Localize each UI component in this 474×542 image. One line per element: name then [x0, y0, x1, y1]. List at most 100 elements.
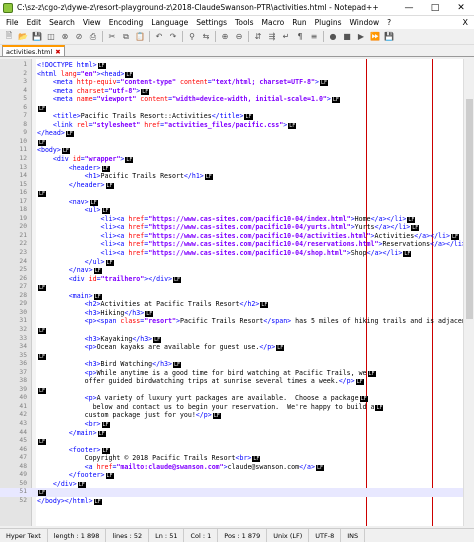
- vertical-scrollbar[interactable]: [463, 59, 474, 526]
- code-line[interactable]: 24 </ul> LF: [0, 258, 463, 267]
- code-line[interactable]: 31 <p><span class="resort">Pacific Trail…: [0, 317, 474, 326]
- close-button[interactable]: ✕: [448, 0, 474, 16]
- code-line[interactable]: 35 LF: [0, 352, 463, 361]
- menu-view[interactable]: View: [79, 18, 105, 27]
- close-all-icon[interactable]: ⊘: [73, 31, 85, 43]
- print-icon[interactable]: ⎙: [87, 31, 99, 43]
- code-line[interactable]: 33 <h3>Kayaking</h3> LF: [0, 335, 463, 344]
- code-line[interactable]: 25 </nav> LF: [0, 266, 463, 275]
- code-line[interactable]: 15 </header> LF: [0, 181, 463, 190]
- cut-icon[interactable]: ✂: [106, 31, 118, 43]
- code-line[interactable]: 26 <div id="trailhero"></div> LF: [0, 275, 463, 284]
- code-line[interactable]: 19 <li><a href="https://www.cas-sites.co…: [0, 215, 463, 224]
- code-line[interactable]: 30 <h3>Hiking</h3> LF: [0, 309, 463, 318]
- undo-icon[interactable]: ↶: [153, 31, 165, 43]
- code-line[interactable]: 10 LF: [0, 138, 463, 147]
- scroll-thumb[interactable]: [466, 99, 473, 319]
- code-line[interactable]: 34 <p>Ocean kayaks are available for gue…: [0, 343, 463, 352]
- redo-icon[interactable]: ↷: [167, 31, 179, 43]
- code-line[interactable]: 41 below and contact us to begin your re…: [0, 403, 463, 412]
- menu-settings[interactable]: Settings: [192, 18, 231, 27]
- status-eol[interactable]: Unix (LF): [267, 529, 310, 542]
- status-encoding[interactable]: UTF-8: [309, 529, 342, 542]
- code-line[interactable]: 51 LF: [0, 488, 463, 497]
- run-macro-multiple-icon[interactable]: ⏩: [369, 31, 381, 43]
- new-file-icon[interactable]: 🗎: [3, 31, 15, 43]
- code-line[interactable]: 50 </div> LF: [0, 480, 463, 489]
- code-line[interactable]: 17 <nav> LF: [0, 198, 463, 207]
- find-icon[interactable]: ⚲: [186, 31, 198, 43]
- sync-vertical-icon[interactable]: ⇵: [252, 31, 264, 43]
- save-macro-icon[interactable]: 💾: [383, 31, 395, 43]
- play-macro-icon[interactable]: ▶: [355, 31, 367, 43]
- code-line[interactable]: 36 <h3>Bird Watching</h3> LF: [0, 360, 463, 369]
- code-line[interactable]: 52 </body></html> LF: [0, 497, 463, 506]
- close-file-icon[interactable]: ⊗: [59, 31, 71, 43]
- code-line[interactable]: 43 <br> LF: [0, 420, 463, 429]
- menu-macro[interactable]: Macro: [258, 18, 289, 27]
- code-line[interactable]: 32 LF: [0, 326, 463, 335]
- tab-activities-html[interactable]: activities.html ✖: [2, 45, 65, 56]
- code-line[interactable]: 42 custom package just for you!</p> LF: [0, 411, 463, 420]
- menu-language[interactable]: Language: [147, 18, 192, 27]
- code-line[interactable]: 23 <li><a href="https://www.cas-sites.co…: [0, 249, 463, 258]
- code-line[interactable]: 18 <ul> LF: [0, 206, 463, 215]
- code-line[interactable]: 37 <p>While anytime is a good time for b…: [0, 369, 463, 378]
- menu-help[interactable]: ?: [383, 18, 395, 27]
- code-line[interactable]: 13 <header> LF: [0, 164, 463, 173]
- code-line[interactable]: 11 <body> LF: [0, 146, 463, 155]
- code-line[interactable]: 44 </main> LF: [0, 429, 463, 438]
- maximize-button[interactable]: □: [422, 0, 448, 16]
- menu-window[interactable]: Window: [346, 18, 384, 27]
- menu-file[interactable]: File: [2, 18, 23, 27]
- code-line[interactable]: 28 <main> LF: [0, 292, 463, 301]
- code-line[interactable]: 4 <meta charset="utf-8"> LF: [0, 87, 463, 96]
- close-tab-icon[interactable]: ✖: [55, 48, 60, 56]
- save-icon[interactable]: 💾: [31, 31, 43, 43]
- code-line[interactable]: 5 <meta name="viewport" content="width=d…: [0, 95, 463, 104]
- close-document-button[interactable]: X: [457, 18, 474, 27]
- code-line[interactable]: 14 <h1>Pacific Trails Resort</h1> LF: [0, 172, 463, 181]
- code-line[interactable]: 9 </head> LF: [0, 129, 463, 138]
- replace-icon[interactable]: ⇆: [200, 31, 212, 43]
- code-line[interactable]: 3 <meta http-equiv="content-type" conten…: [0, 78, 463, 87]
- code-line[interactable]: 46 <footer> LF: [0, 446, 463, 455]
- minimize-button[interactable]: —: [396, 0, 422, 16]
- sync-horizontal-icon[interactable]: ⇶: [266, 31, 278, 43]
- zoom-in-icon[interactable]: ⊕: [219, 31, 231, 43]
- code-line[interactable]: 6 LF: [0, 104, 463, 113]
- code-line[interactable]: 12 <div id="wrapper"> LF: [0, 155, 463, 164]
- code-line[interactable]: 7 <title>Pacific Trails Resort::Activiti…: [0, 112, 463, 121]
- show-all-chars-icon[interactable]: ¶: [294, 31, 306, 43]
- word-wrap-icon[interactable]: ↵: [280, 31, 292, 43]
- code-line[interactable]: 40 <p>A variety of luxury yurt packages …: [0, 394, 463, 403]
- code-line[interactable]: 38 offer guided birdwatching trips at su…: [0, 377, 463, 386]
- code-line[interactable]: 49 </footer> LF: [0, 471, 463, 480]
- code-line[interactable]: 1 <!DOCTYPE html> LF: [0, 61, 463, 70]
- editor-area[interactable]: 1 <!DOCTYPE html> LF 2 <html lang="en"><head…: [0, 59, 474, 526]
- copy-icon[interactable]: ⧉: [120, 31, 132, 43]
- code-line[interactable]: 8 <link rel="stylesheet" href="activitie…: [0, 121, 463, 130]
- menu-tools[interactable]: Tools: [231, 18, 257, 27]
- code-line[interactable]: 29 <h2>Activities at Pacific Trails Reso…: [0, 300, 463, 309]
- code-line[interactable]: 48 <a href="mailto:claude@swanson.com">c…: [0, 463, 463, 472]
- code-line[interactable]: 2 <html lang="en"><head> LF: [0, 70, 463, 79]
- menu-edit[interactable]: Edit: [23, 18, 46, 27]
- paste-icon[interactable]: 📋: [134, 31, 146, 43]
- menu-encoding[interactable]: Encoding: [105, 18, 148, 27]
- record-macro-icon[interactable]: ●: [327, 31, 339, 43]
- indent-guide-icon[interactable]: ≡: [308, 31, 320, 43]
- stop-macro-icon[interactable]: ■: [341, 31, 353, 43]
- code-line[interactable]: 39 LF: [0, 386, 463, 395]
- code-line[interactable]: 45 LF: [0, 437, 463, 446]
- code-line[interactable]: 47 Copyright © 2018 Pacific Trails Resor…: [0, 454, 463, 463]
- code-line[interactable]: 21 <li><a href="https://www.cas-sites.co…: [0, 232, 463, 241]
- open-file-icon[interactable]: 📂: [17, 31, 29, 43]
- zoom-out-icon[interactable]: ⊖: [233, 31, 245, 43]
- code-line[interactable]: 16 LF: [0, 189, 463, 198]
- code-line[interactable]: 27 LF: [0, 283, 463, 292]
- menu-run[interactable]: Run: [288, 18, 310, 27]
- code-line[interactable]: 20 <li><a href="https://www.cas-sites.co…: [0, 223, 463, 232]
- menu-plugins[interactable]: Plugins: [311, 18, 346, 27]
- menu-search[interactable]: Search: [45, 18, 79, 27]
